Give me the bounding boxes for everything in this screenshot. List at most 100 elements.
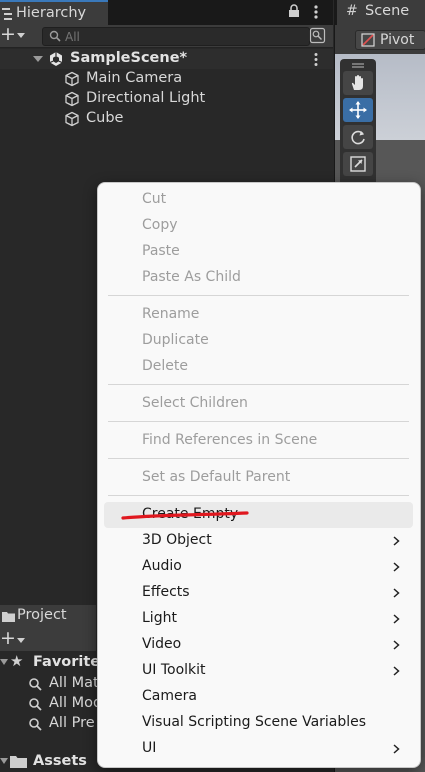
chevron-right-icon: [393, 536, 400, 546]
scene-tab-bar: # Scene: [335, 0, 425, 25]
menu-item-paste[interactable]: Paste: [104, 239, 413, 265]
menu-item-3d-object[interactable]: 3D Object: [104, 528, 413, 554]
menu-item-label: Set as Default Parent: [142, 469, 291, 485]
scene-name: SampleScene*: [70, 50, 188, 66]
menu-item-label: Light: [142, 610, 177, 626]
menu-separator: [108, 495, 409, 496]
favorites-item[interactable]: All Mod: [0, 694, 102, 714]
pivot-toggle-button[interactable]: Pivot: [355, 30, 425, 50]
project-tab-bar: Project: [0, 605, 96, 629]
hierarchy-item-main-camera[interactable]: Main Camera: [0, 69, 333, 89]
chevron-right-icon: [393, 588, 400, 598]
chevron-right-icon: [393, 614, 400, 624]
menu-separator: [108, 384, 409, 385]
menu-item-label: Select Children: [142, 395, 248, 411]
chevron-right-icon: [393, 562, 400, 572]
star-icon: ★: [10, 652, 24, 670]
menu-item-audio[interactable]: Audio: [104, 554, 413, 580]
fold-arrow-icon[interactable]: [33, 56, 43, 62]
menu-item-set-default-parent[interactable]: Set as Default Parent: [104, 465, 413, 491]
fold-arrow-icon[interactable]: [0, 659, 8, 665]
scene-options-icon[interactable]: [313, 52, 319, 67]
hand-tool-button[interactable]: [343, 71, 373, 95]
plus-icon: +: [0, 23, 16, 45]
rotate-tool-icon: [351, 130, 365, 145]
menu-item-copy[interactable]: Copy: [104, 213, 413, 239]
chevron-right-icon: [393, 640, 400, 650]
menu-item-label: Paste As Child: [142, 269, 241, 285]
hierarchy-item-directional-light[interactable]: Directional Light: [0, 89, 333, 109]
menu-item-cut[interactable]: Cut: [104, 187, 413, 213]
menu-separator: [108, 295, 409, 296]
tab-project[interactable]: Project: [0, 605, 96, 629]
cube-icon: [65, 111, 79, 127]
tab-scene[interactable]: # Scene: [337, 0, 425, 25]
scene-root-row[interactable]: SampleScene*: [0, 49, 333, 69]
hierarchy-toolbar: +: [0, 23, 333, 48]
hierarchy-item-label: Cube: [86, 110, 124, 126]
drag-handle-icon[interactable]: [352, 63, 364, 65]
lock-icon[interactable]: [288, 4, 300, 18]
caret-down-icon: [17, 638, 25, 643]
hierarchy-search-input[interactable]: [65, 28, 295, 45]
assets-row[interactable]: Assets: [0, 752, 96, 772]
hierarchy-item-label: Main Camera: [86, 70, 183, 86]
menu-item-label: Duplicate: [142, 332, 209, 348]
menu-item-camera[interactable]: Camera: [104, 684, 413, 710]
tab-hierarchy[interactable]: Hierarchy: [0, 0, 108, 25]
menu-item-label: Camera: [142, 688, 197, 704]
fold-arrow-icon[interactable]: [0, 758, 8, 764]
menu-item-label: UI: [142, 740, 157, 756]
hierarchy-search-field[interactable]: [42, 27, 310, 46]
unity-scene-icon: [49, 52, 63, 66]
hierarchy-item-cube[interactable]: Cube: [0, 109, 333, 129]
menu-item-rename[interactable]: Rename: [104, 302, 413, 328]
menu-item-visual-scripting-scene-variables[interactable]: Visual Scripting Scene Variables: [104, 710, 413, 736]
menu-item-paste-as-child[interactable]: Paste As Child: [104, 265, 413, 291]
menu-item-label: Delete: [142, 358, 188, 374]
menu-item-effects[interactable]: Effects: [104, 580, 413, 606]
rotate-tool-button[interactable]: [343, 125, 373, 149]
favorites-item[interactable]: All Pre: [0, 714, 96, 734]
menu-item-duplicate[interactable]: Duplicate: [104, 328, 413, 354]
cube-icon: [65, 91, 79, 107]
menu-separator: [108, 458, 409, 459]
menu-item-video[interactable]: Video: [104, 632, 413, 658]
favorites-item-label: All Mod: [49, 695, 103, 711]
move-tool-button[interactable]: [343, 98, 373, 122]
plus-icon: +: [0, 627, 16, 649]
menu-item-label: Paste: [142, 243, 180, 259]
hand-tool-icon: [351, 75, 363, 90]
search-filter-icon[interactable]: [309, 27, 326, 44]
move-tool-icon: [349, 101, 367, 119]
menu-item-select-children[interactable]: Select Children: [104, 391, 413, 417]
search-icon: [29, 718, 42, 731]
hierarchy-item-label: Directional Light: [86, 90, 206, 106]
scale-tool-button[interactable]: [343, 152, 373, 176]
search-icon: [49, 30, 61, 42]
menu-item-light[interactable]: Light: [104, 606, 413, 632]
favorites-item[interactable]: All Mat: [0, 674, 99, 694]
project-toolbar: +: [0, 627, 96, 651]
more-options-icon[interactable]: [313, 4, 319, 20]
favorites-row[interactable]: ★ Favorites: [0, 652, 109, 673]
pivot-label: Pivot: [380, 32, 415, 48]
menu-item-label: 3D Object: [142, 532, 212, 548]
project-panel: Project + ★ Favorites All Mat All Mod Al…: [0, 605, 109, 772]
hierarchy-tab-label: Hierarchy: [16, 5, 87, 21]
menu-item-label: UI Toolkit: [142, 662, 206, 678]
folder-icon: [10, 756, 27, 768]
red-underline-annotation: [121, 511, 249, 520]
folder-icon: [2, 612, 15, 622]
create-dropdown-button[interactable]: +: [0, 23, 32, 47]
menu-item-find-references[interactable]: Find References in Scene: [104, 428, 413, 454]
chevron-right-icon: [393, 744, 400, 754]
menu-item-ui[interactable]: UI: [104, 736, 413, 762]
menu-item-label: Audio: [142, 558, 182, 574]
menu-item-label: Copy: [142, 217, 178, 233]
search-icon: [29, 678, 42, 691]
menu-item-delete[interactable]: Delete: [104, 354, 413, 380]
menu-item-ui-toolkit[interactable]: UI Toolkit: [104, 658, 413, 684]
menu-item-label: Cut: [142, 191, 167, 207]
project-create-button[interactable]: +: [0, 627, 30, 651]
